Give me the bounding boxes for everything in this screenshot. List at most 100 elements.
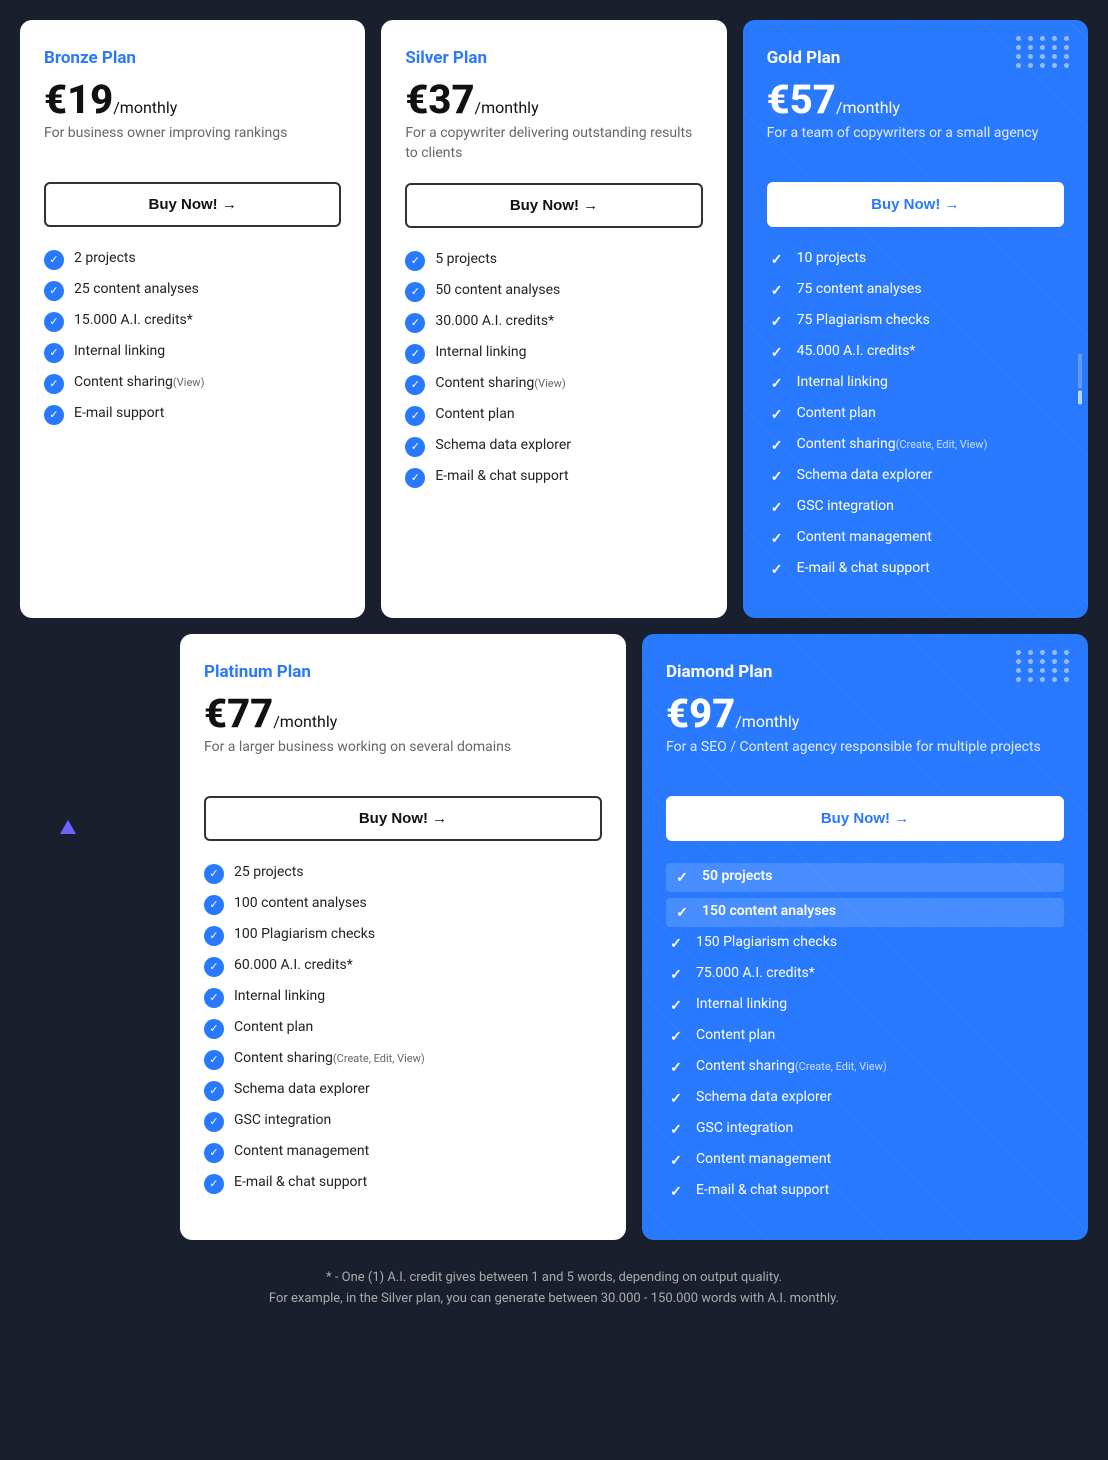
platinum-plan-description: For a larger business working on several… — [204, 738, 602, 776]
check-icon: ✓ — [767, 498, 787, 518]
feature-text: E-mail & chat support — [435, 467, 568, 485]
diamond-plan-name: Diamond Plan — [666, 662, 1064, 682]
feature-text: Content management — [696, 1150, 831, 1168]
feature-text: Internal linking — [234, 987, 325, 1005]
check-icon: ✓ — [767, 312, 787, 332]
feature-text: 30.000 A.I. credits* — [435, 312, 554, 330]
feature-text: 25 content analyses — [74, 280, 199, 298]
feature-text: 45.000 A.I. credits* — [797, 342, 916, 360]
check-icon: ✓ — [767, 405, 787, 425]
list-item: ✓ Schema data explorer — [666, 1088, 1064, 1109]
silver-plan-price: €37/monthly — [405, 80, 702, 120]
feature-text: Content sharing(View) — [74, 373, 204, 391]
feature-text: 2 projects — [74, 249, 136, 267]
feature-text: 75.000 A.I. credits* — [696, 964, 815, 982]
bronze-plan-description: For business owner improving rankings — [44, 124, 341, 162]
feature-text: 150 Plagiarism checks — [696, 933, 837, 951]
diamond-plan-card: Diamond Plan €97/monthly For a SEO / Con… — [642, 634, 1088, 1240]
check-icon: ✓ — [204, 895, 224, 915]
diamond-plan-price: €97/monthly — [666, 694, 1064, 734]
dots-decoration — [1016, 36, 1072, 68]
list-item: ✓ Content management — [204, 1142, 602, 1163]
check-icon: ✓ — [44, 250, 64, 270]
platinum-plan-price: €77/monthly — [204, 694, 602, 734]
check-icon: ✓ — [666, 1120, 686, 1140]
feature-text: Schema data explorer — [435, 436, 571, 454]
silver-buy-button[interactable]: Buy Now! → — [405, 183, 702, 228]
bronze-plan-card: Bronze Plan €19/monthly For business own… — [20, 20, 365, 618]
feature-text: 50 projects — [702, 867, 772, 885]
list-item: ✓ 2 projects — [44, 249, 341, 270]
list-item: ✓ 75 Plagiarism checks — [767, 311, 1064, 332]
check-icon: ✓ — [666, 1027, 686, 1047]
check-icon: ✓ — [44, 281, 64, 301]
silver-feature-list: ✓ 5 projects ✓ 50 content analyses ✓ 30.… — [405, 250, 702, 488]
check-icon: ✓ — [204, 957, 224, 977]
bronze-buy-button[interactable]: Buy Now! → — [44, 182, 341, 227]
silver-plan-description: For a copywriter delivering outstanding … — [405, 124, 702, 163]
check-icon: ✓ — [767, 529, 787, 549]
list-item: ✓ Content plan — [204, 1018, 602, 1039]
check-icon: ✓ — [666, 965, 686, 985]
platinum-feature-list: ✓ 25 projects ✓ 100 content analyses ✓ 1… — [204, 863, 602, 1194]
footnote: * - One (1) A.I. credit gives between 1 … — [20, 1268, 1088, 1310]
feature-text: 75 Plagiarism checks — [797, 311, 930, 329]
feature-text: E-mail support — [74, 404, 164, 422]
list-item: ✓ Internal linking — [204, 987, 602, 1008]
check-icon: ✓ — [672, 868, 692, 888]
footnote-line1: * - One (1) A.I. credit gives between 1 … — [20, 1268, 1088, 1289]
list-item: ✓ 100 content analyses — [204, 894, 602, 915]
feature-text: 60.000 A.I. credits* — [234, 956, 353, 974]
feature-text: Internal linking — [435, 343, 526, 361]
gold-plan-price: €57/monthly — [767, 80, 1064, 120]
list-item: ✓ 75.000 A.I. credits* — [666, 964, 1064, 985]
feature-text: Content sharing(Create, Edit, View) — [797, 435, 988, 453]
platinum-buy-button[interactable]: Buy Now! → — [204, 796, 602, 841]
feature-text: Schema data explorer — [234, 1080, 370, 1098]
feature-text: 10 projects — [797, 249, 867, 267]
list-item: ✓ Internal linking — [44, 342, 341, 363]
feature-text: Content plan — [797, 404, 876, 422]
list-item: ✓ 75 content analyses — [767, 280, 1064, 301]
check-icon: ✓ — [767, 374, 787, 394]
check-icon: ✓ — [666, 1182, 686, 1202]
gold-buy-button[interactable]: Buy Now! → — [767, 182, 1064, 227]
list-item: ✓ Content sharing(View) — [405, 374, 702, 395]
silver-plan-card: Silver Plan €37/monthly For a copywriter… — [381, 20, 726, 618]
feature-text: 100 content analyses — [234, 894, 367, 912]
feature-text: Content management — [797, 528, 932, 546]
feature-text: GSC integration — [234, 1111, 331, 1129]
feature-text: Internal linking — [696, 995, 787, 1013]
list-item: ✓ Content management — [666, 1150, 1064, 1171]
check-icon: ✓ — [405, 282, 425, 302]
feature-text: E-mail & chat support — [234, 1173, 367, 1191]
list-item: ✓ Content plan — [405, 405, 702, 426]
check-icon: ✓ — [767, 560, 787, 580]
check-icon: ✓ — [204, 988, 224, 1008]
check-icon: ✓ — [405, 313, 425, 333]
list-item: ✓ 45.000 A.I. credits* — [767, 342, 1064, 363]
list-item: ✓ 15.000 A.I. credits* — [44, 311, 341, 332]
diamond-buy-button[interactable]: Buy Now! → — [666, 796, 1064, 841]
feature-text: GSC integration — [696, 1119, 793, 1137]
check-icon: ✓ — [204, 1174, 224, 1194]
list-item: ✓ Content sharing(Create, Edit, View) — [666, 1057, 1064, 1078]
list-item: ✓ Content plan — [666, 1026, 1064, 1047]
feature-text: E-mail & chat support — [696, 1181, 829, 1199]
list-item: ✓ Schema data explorer — [204, 1080, 602, 1101]
check-icon: ✓ — [767, 467, 787, 487]
check-icon: ✓ — [405, 468, 425, 488]
list-item: ✓ 5 projects — [405, 250, 702, 271]
check-icon: ✓ — [44, 312, 64, 332]
list-item: ✓ 50 projects — [666, 863, 1064, 892]
feature-text: Content management — [234, 1142, 369, 1160]
check-icon: ✓ — [204, 1112, 224, 1132]
check-icon: ✓ — [204, 1143, 224, 1163]
diamond-plan-description: For a SEO / Content agency responsible f… — [666, 738, 1064, 776]
list-item: ✓ GSC integration — [767, 497, 1064, 518]
list-item: ✓ 25 content analyses — [44, 280, 341, 301]
list-item: ✓ 150 content analyses — [666, 898, 1064, 927]
feature-text: Content plan — [234, 1018, 313, 1036]
feature-text: GSC integration — [797, 497, 894, 515]
check-icon: ✓ — [44, 343, 64, 363]
